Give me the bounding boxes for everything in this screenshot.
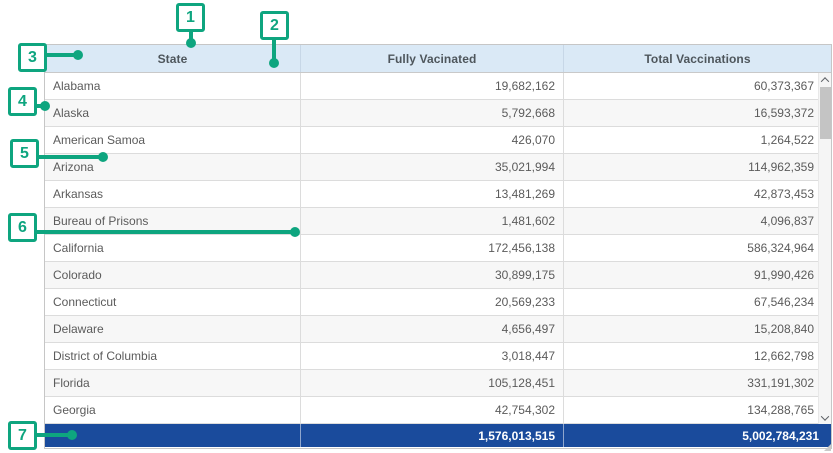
state-cell: Connecticut <box>45 289 301 315</box>
fully-vaccinated-cell: 1,481,602 <box>301 208 564 234</box>
totals-row: 1,576,013,515 5,002,784,231 <box>45 424 831 447</box>
state-cell: Arkansas <box>45 181 301 207</box>
table-row-arkansas[interactable]: Arkansas 13,481,269 42,873,453 <box>45 181 831 208</box>
state-cell: Alaska <box>45 100 301 126</box>
callout-dot-3 <box>73 50 83 60</box>
table-row-district-of-columbia[interactable]: District of Columbia 3,018,447 12,662,79… <box>45 343 831 370</box>
total-vaccinations-cell: 134,288,765 <box>564 397 831 423</box>
table-row-connecticut[interactable]: Connecticut 20,569,233 67,546,234 <box>45 289 831 316</box>
total-vaccinations-cell: 114,962,359 <box>564 154 831 180</box>
table-row-american-samoa[interactable]: American Samoa 426,070 1,264,522 <box>45 127 831 154</box>
state-cell: Georgia <box>45 397 301 423</box>
state-cell: Colorado <box>45 262 301 288</box>
callout-line-6 <box>36 230 293 234</box>
chevron-up-icon <box>821 77 829 85</box>
fully-vaccinated-cell: 13,481,269 <box>301 181 564 207</box>
fully-vaccinated-cell: 42,754,302 <box>301 397 564 423</box>
callout-box-3: 3 <box>18 43 47 72</box>
totals-fully-vaccinated-cell: 1,576,013,515 <box>301 424 564 447</box>
column-header-fully-vaccinated[interactable]: Fully Vacinated <box>301 45 564 72</box>
scrollbar-thumb[interactable] <box>820 87 831 139</box>
state-cell: Delaware <box>45 316 301 342</box>
fully-vaccinated-cell: 19,682,162 <box>301 73 564 99</box>
totals-total-vaccinations-cell: 5,002,784,231 <box>564 424 831 447</box>
fully-vaccinated-cell: 5,792,668 <box>301 100 564 126</box>
total-vaccinations-cell: 16,593,372 <box>564 100 831 126</box>
chevron-down-icon <box>821 412 829 420</box>
fully-vaccinated-cell: 35,021,994 <box>301 154 564 180</box>
table-row-florida[interactable]: Florida 105,128,451 331,191,302 <box>45 370 831 397</box>
fully-vaccinated-cell: 20,569,233 <box>301 289 564 315</box>
total-vaccinations-cell: 1,264,522 <box>564 127 831 153</box>
total-vaccinations-cell: 331,191,302 <box>564 370 831 396</box>
table-header-row: State Fully Vacinated Total Vaccinations <box>45 45 831 73</box>
callout-dot-5 <box>98 152 108 162</box>
fully-vaccinated-cell: 4,656,497 <box>301 316 564 342</box>
fully-vaccinated-cell: 3,018,447 <box>301 343 564 369</box>
total-vaccinations-cell: 12,662,798 <box>564 343 831 369</box>
callout-box-4: 4 <box>8 87 37 116</box>
fully-vaccinated-cell: 172,456,138 <box>301 235 564 261</box>
table-row-alaska[interactable]: Alaska 5,792,668 16,593,372 <box>45 100 831 127</box>
table-body: Alabama 19,682,162 60,373,367 Alaska 5,7… <box>45 73 831 424</box>
table-row-alabama[interactable]: Alabama 19,682,162 60,373,367 <box>45 73 831 100</box>
total-vaccinations-cell: 60,373,367 <box>564 73 831 99</box>
callout-line-7 <box>36 433 70 437</box>
totals-state-cell <box>45 424 301 447</box>
callout-dot-6 <box>290 227 300 237</box>
fully-vaccinated-cell: 30,899,175 <box>301 262 564 288</box>
state-cell: District of Columbia <box>45 343 301 369</box>
callout-box-6: 6 <box>8 213 37 242</box>
table-row-delaware[interactable]: Delaware 4,656,497 15,208,840 <box>45 316 831 343</box>
list-table: State Fully Vacinated Total Vaccinations… <box>44 44 832 449</box>
total-vaccinations-cell: 4,096,837 <box>564 208 831 234</box>
callout-dot-1 <box>186 38 196 48</box>
column-header-total-vaccinations[interactable]: Total Vaccinations <box>564 45 831 72</box>
table-row-arizona[interactable]: Arizona 35,021,994 114,962,359 <box>45 154 831 181</box>
callout-box-7: 7 <box>8 421 37 450</box>
vertical-scrollbar[interactable] <box>818 73 831 424</box>
total-vaccinations-cell: 15,208,840 <box>564 316 831 342</box>
total-vaccinations-cell: 91,990,426 <box>564 262 831 288</box>
table-row-california[interactable]: California 172,456,138 586,324,964 <box>45 235 831 262</box>
state-cell: California <box>45 235 301 261</box>
callout-dot-7 <box>67 430 77 440</box>
total-vaccinations-cell: 42,873,453 <box>564 181 831 207</box>
state-cell: American Samoa <box>45 127 301 153</box>
scroll-up-button[interactable] <box>819 73 831 86</box>
total-vaccinations-cell: 67,546,234 <box>564 289 831 315</box>
total-vaccinations-cell: 586,324,964 <box>564 235 831 261</box>
table-row-georgia[interactable]: Georgia 42,754,302 134,288,765 <box>45 397 831 424</box>
state-cell: Florida <box>45 370 301 396</box>
callout-dot-4 <box>40 101 50 111</box>
callout-dot-2 <box>269 58 279 68</box>
callout-box-1: 1 <box>176 3 205 32</box>
column-header-state[interactable]: State <box>45 45 301 72</box>
callout-box-2: 2 <box>260 11 289 40</box>
resize-grip-icon <box>824 444 831 451</box>
callout-line-5 <box>38 155 101 159</box>
callout-box-5: 5 <box>10 139 39 168</box>
fully-vaccinated-cell: 105,128,451 <box>301 370 564 396</box>
scroll-down-button[interactable] <box>819 411 831 424</box>
state-cell: Alabama <box>45 73 301 99</box>
table-row-colorado[interactable]: Colorado 30,899,175 91,990,426 <box>45 262 831 289</box>
fully-vaccinated-cell: 426,070 <box>301 127 564 153</box>
